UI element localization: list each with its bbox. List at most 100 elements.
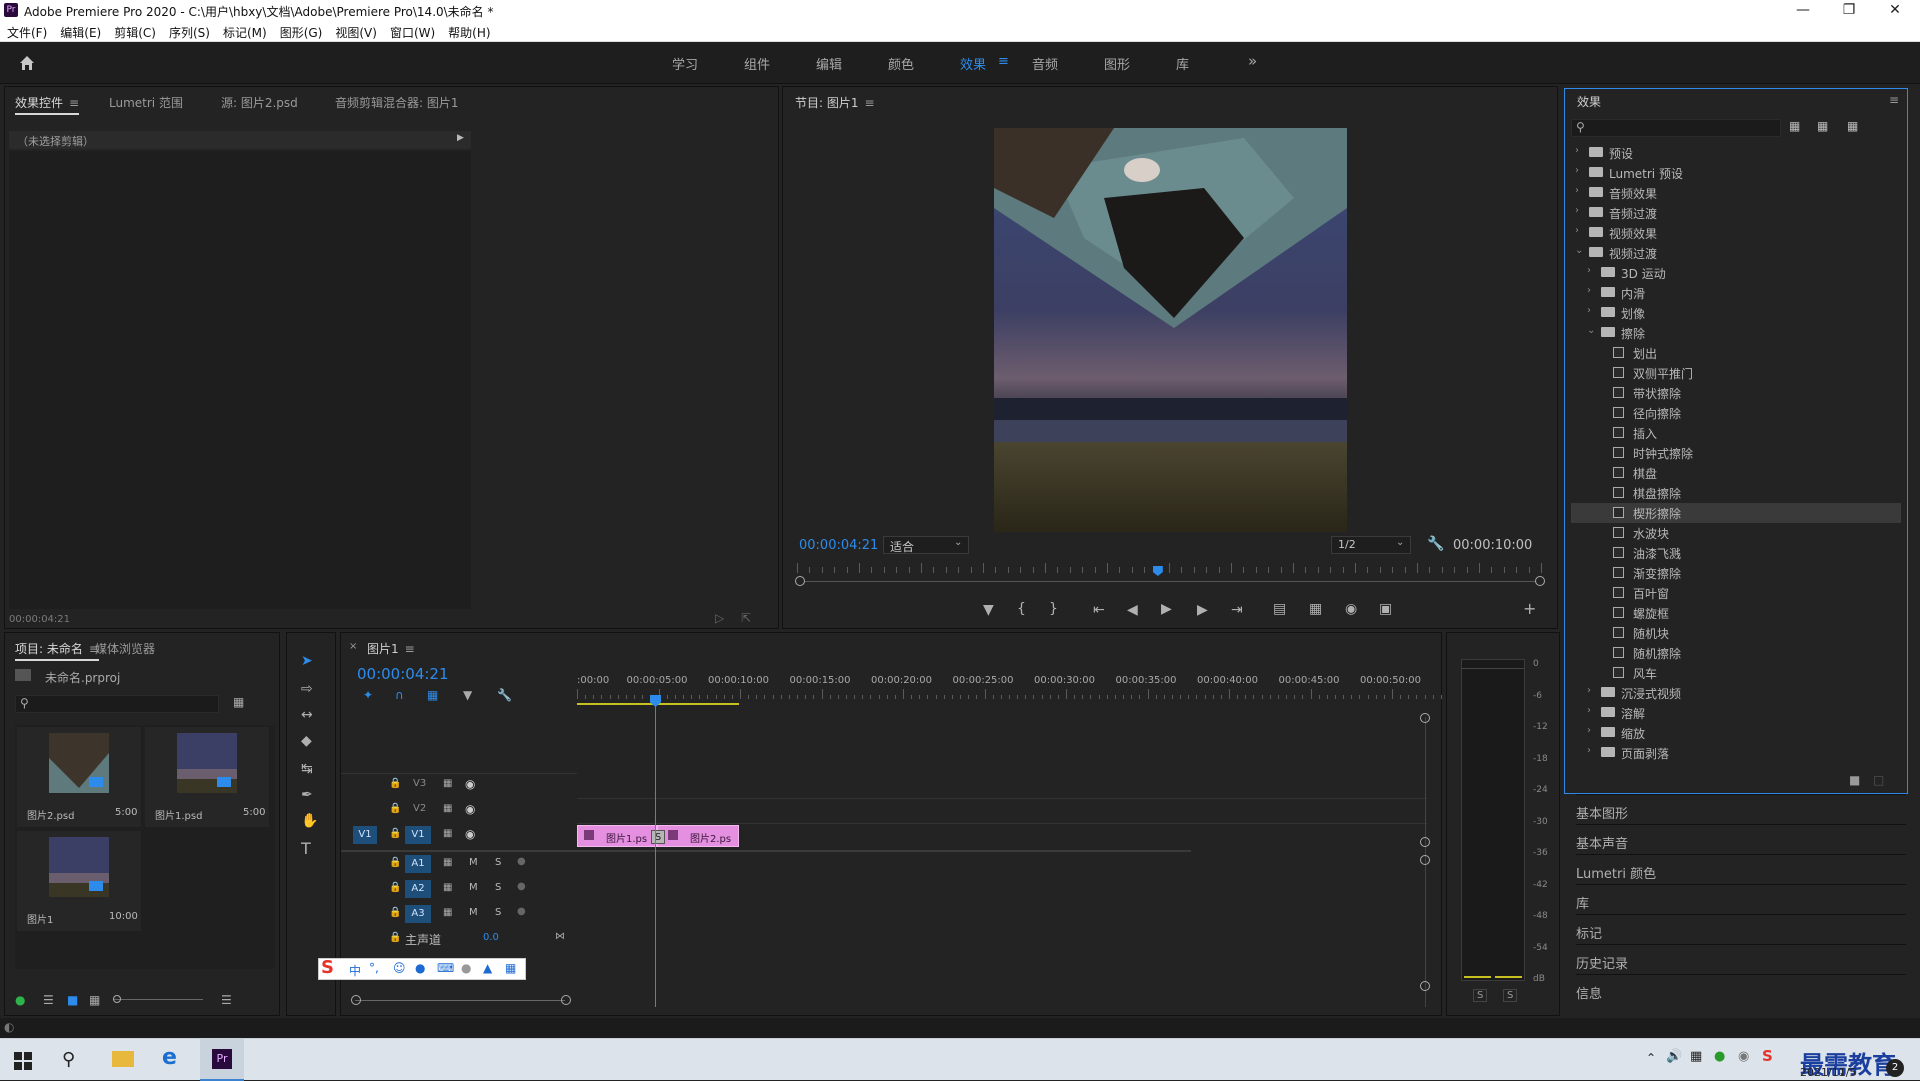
resolution-dropdown[interactable]: 1/2 ⌄ <box>1331 536 1411 554</box>
yuv-effects-icon[interactable]: ▦ <box>1847 119 1858 133</box>
project-item[interactable]: 图片1 10:00 <box>17 831 141 931</box>
tab-effect-controls[interactable]: 效果控件 ≡ <box>15 94 80 115</box>
menu-clip[interactable]: 剪辑(C) <box>107 22 162 41</box>
skin-icon[interactable]: ▲ <box>483 961 492 975</box>
program-playhead[interactable] <box>1152 566 1163 576</box>
snap-icon[interactable]: ∩ <box>395 688 404 702</box>
go-to-in-icon[interactable]: ⇤ <box>1093 602 1105 618</box>
scroll-handle[interactable] <box>1420 837 1430 847</box>
track-label[interactable]: V1 <box>405 826 431 844</box>
workspace-color[interactable]: 颜色 <box>888 54 914 73</box>
program-video-frame[interactable] <box>994 128 1347 532</box>
workspace-audio[interactable]: 音频 <box>1032 54 1058 73</box>
close-button[interactable]: ✕ <box>1872 0 1918 22</box>
chevron-right-icon[interactable]: › <box>1575 205 1579 216</box>
chevron-right-icon[interactable]: › <box>1587 745 1591 756</box>
chevron-right-icon[interactable]: › <box>1575 165 1579 176</box>
tab-source[interactable]: 源: 图片2.psd <box>221 94 298 111</box>
effects-item[interactable]: 随机块 <box>1571 623 1901 643</box>
effects-folder[interactable]: › 音频过渡 <box>1571 203 1901 223</box>
tab-lumetri-scopes[interactable]: Lumetri 范围 <box>109 94 183 111</box>
menu-edit[interactable]: 编辑(E) <box>53 22 107 41</box>
scroll-handle-right[interactable] <box>1535 576 1545 586</box>
effects-item[interactable]: 棋盘擦除 <box>1571 483 1901 503</box>
tab-project[interactable]: 项目: 未命名 ≡ <box>15 640 99 661</box>
chevron-right-icon[interactable]: › <box>1587 705 1591 716</box>
effects-item[interactable]: 百叶窗 <box>1571 583 1901 603</box>
file-explorer-icon[interactable] <box>112 1051 134 1067</box>
solo-button[interactable]: S <box>495 882 501 893</box>
source-patch-v1[interactable]: V1 <box>353 826 377 844</box>
notification-badge[interactable]: 2 <box>1886 1059 1904 1077</box>
windows-start-icon[interactable] <box>14 1052 32 1070</box>
effects-search-input[interactable]: ⚲ <box>1571 119 1781 137</box>
close-tab-icon[interactable]: × <box>349 641 357 652</box>
sync-lock-icon[interactable]: ▦ <box>443 907 452 918</box>
eye-icon[interactable]: ◉ <box>465 827 475 841</box>
effects-item[interactable]: 径向擦除 <box>1571 403 1901 423</box>
chevron-down-icon[interactable]: ⌄ <box>1575 245 1583 256</box>
scroll-handle[interactable] <box>1420 981 1430 991</box>
workspace-learn[interactable]: 学习 <box>672 54 698 73</box>
track-label[interactable]: A3 <box>405 905 431 923</box>
chevron-down-icon[interactable]: ⌄ <box>1587 325 1595 336</box>
chevron-right-icon[interactable]: › <box>1587 305 1591 316</box>
clip-image1[interactable]: 图片1.ps <box>577 825 657 847</box>
mute-button[interactable]: M <box>469 882 478 893</box>
menu-help[interactable]: 帮助(H) <box>441 22 496 41</box>
solo-left-button[interactable]: S <box>1473 989 1488 1002</box>
mark-in-icon[interactable]: { <box>1017 601 1026 617</box>
effects-folder[interactable]: › 3D 运动 <box>1571 263 1901 283</box>
effects-item[interactable]: 划出 <box>1571 343 1901 363</box>
effects-item[interactable]: 螺旋框 <box>1571 603 1901 623</box>
effects-folder[interactable]: › 划像 <box>1571 303 1901 323</box>
tab-audio-clip-mixer[interactable]: 音频剪辑混合器: 图片1 <box>335 94 459 111</box>
sort-icon[interactable]: ☰ <box>221 993 232 1007</box>
workspace-assembly[interactable]: 组件 <box>744 54 770 73</box>
delete-icon[interactable]: □ <box>1873 773 1884 787</box>
menu-sequence[interactable]: 序列(S) <box>162 22 216 41</box>
timeline-timecode[interactable]: 00:00:04:21 <box>357 665 449 683</box>
panel-history[interactable]: 历史记录 <box>1576 944 1906 972</box>
chevron-right-icon[interactable]: › <box>1587 285 1591 296</box>
toolbox-icon[interactable]: ▦ <box>505 961 516 975</box>
track-label[interactable]: A1 <box>405 855 431 873</box>
new-bin-icon[interactable]: ■ <box>1849 773 1860 787</box>
show-hidden-icons[interactable]: ⌃ <box>1646 1051 1656 1065</box>
lock-icon[interactable]: 🔒 <box>389 803 401 814</box>
scroll-handle[interactable] <box>561 995 571 1005</box>
effects-folder[interactable]: › 页面剥落 <box>1571 743 1901 763</box>
menu-window[interactable]: 窗口(W) <box>383 22 441 41</box>
workspace-graphics[interactable]: 图形 <box>1104 54 1130 73</box>
mute-button[interactable]: M <box>469 907 478 918</box>
zoom-slider[interactable] <box>113 999 203 1000</box>
user-icon[interactable]: ● <box>461 961 471 975</box>
emoji-icon[interactable]: ☺ <box>393 961 406 975</box>
effects-item[interactable]: 双侧平推门 <box>1571 363 1901 383</box>
mic-icon[interactable]: ● <box>415 961 425 975</box>
lock-icon[interactable]: 🔒 <box>389 857 401 868</box>
chevron-right-icon[interactable]: › <box>1587 265 1591 276</box>
ime-mode[interactable]: 中 <box>349 962 361 979</box>
workspace-libraries[interactable]: 库 <box>1176 54 1189 73</box>
lock-icon[interactable]: 🔒 <box>389 882 401 893</box>
program-ruler[interactable] <box>797 563 1542 573</box>
sync-lock-icon[interactable]: ▦ <box>443 778 452 789</box>
selection-tool-icon[interactable]: ➤ <box>301 653 313 669</box>
edge-icon[interactable]: e <box>162 1045 177 1070</box>
effects-item[interactable]: 水波块 <box>1571 523 1901 543</box>
effects-item[interactable]: 风车 <box>1571 663 1901 683</box>
go-to-out-icon[interactable]: ⇥ <box>1231 602 1243 618</box>
tab-program[interactable]: 节目: 图片1 ≡ <box>795 94 875 111</box>
maximize-button[interactable]: ❐ <box>1826 0 1872 22</box>
effects-item[interactable]: 渐变擦除 <box>1571 563 1901 583</box>
timeline-ruler[interactable]: :00:00 00:00:05:00 00:00:10:00 00:00:15:00 0… <box>577 675 1467 703</box>
solo-button[interactable]: S <box>495 907 501 918</box>
workspace-menu-icon[interactable]: ≡ <box>998 54 1009 69</box>
wrench-icon[interactable]: 🔧 <box>1427 536 1444 552</box>
extract-icon[interactable]: ▦ <box>1309 601 1322 617</box>
panel-info[interactable]: 信息 <box>1576 974 1906 1002</box>
scroll-handle[interactable] <box>1420 713 1430 723</box>
hand-tool-icon[interactable]: ✋ <box>301 813 318 829</box>
sogou-logo-icon[interactable]: S <box>321 957 343 981</box>
